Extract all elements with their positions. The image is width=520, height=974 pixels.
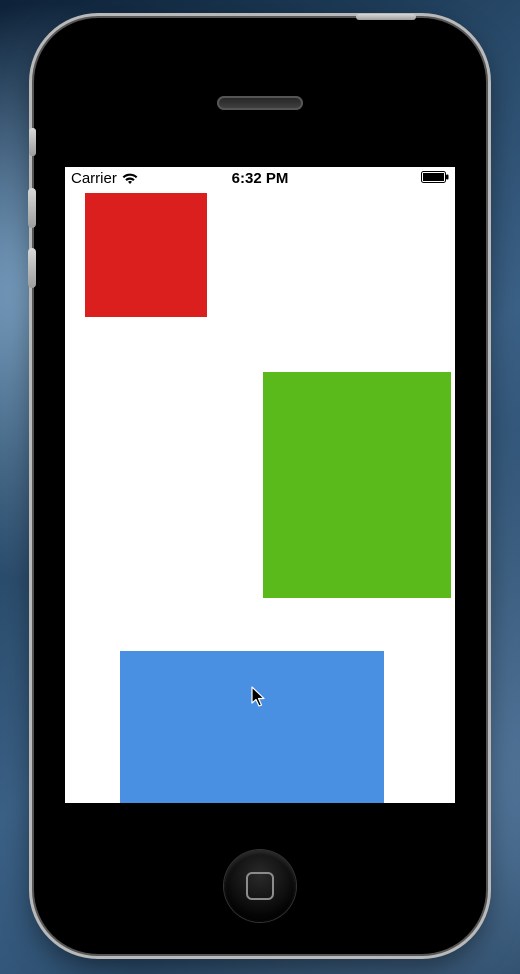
- clock-label: 6:32 PM: [65, 170, 455, 187]
- home-button-icon: [246, 872, 274, 900]
- battery-icon: [421, 171, 449, 183]
- iphone-device-frame: Carrier 6:32 PM: [34, 18, 486, 954]
- mute-switch: [29, 128, 36, 156]
- red-box-view[interactable]: [85, 193, 207, 317]
- volume-up-button: [28, 188, 36, 228]
- home-button[interactable]: [224, 850, 296, 922]
- volume-down-button: [28, 248, 36, 288]
- status-bar: Carrier 6:32 PM: [65, 167, 455, 191]
- earpiece-speaker: [217, 96, 303, 110]
- green-box-view[interactable]: [263, 372, 451, 598]
- blue-box-view[interactable]: [120, 651, 384, 803]
- power-button: [356, 14, 416, 20]
- simulator-screen[interactable]: Carrier 6:32 PM: [65, 167, 455, 803]
- app-content-view[interactable]: [65, 191, 455, 803]
